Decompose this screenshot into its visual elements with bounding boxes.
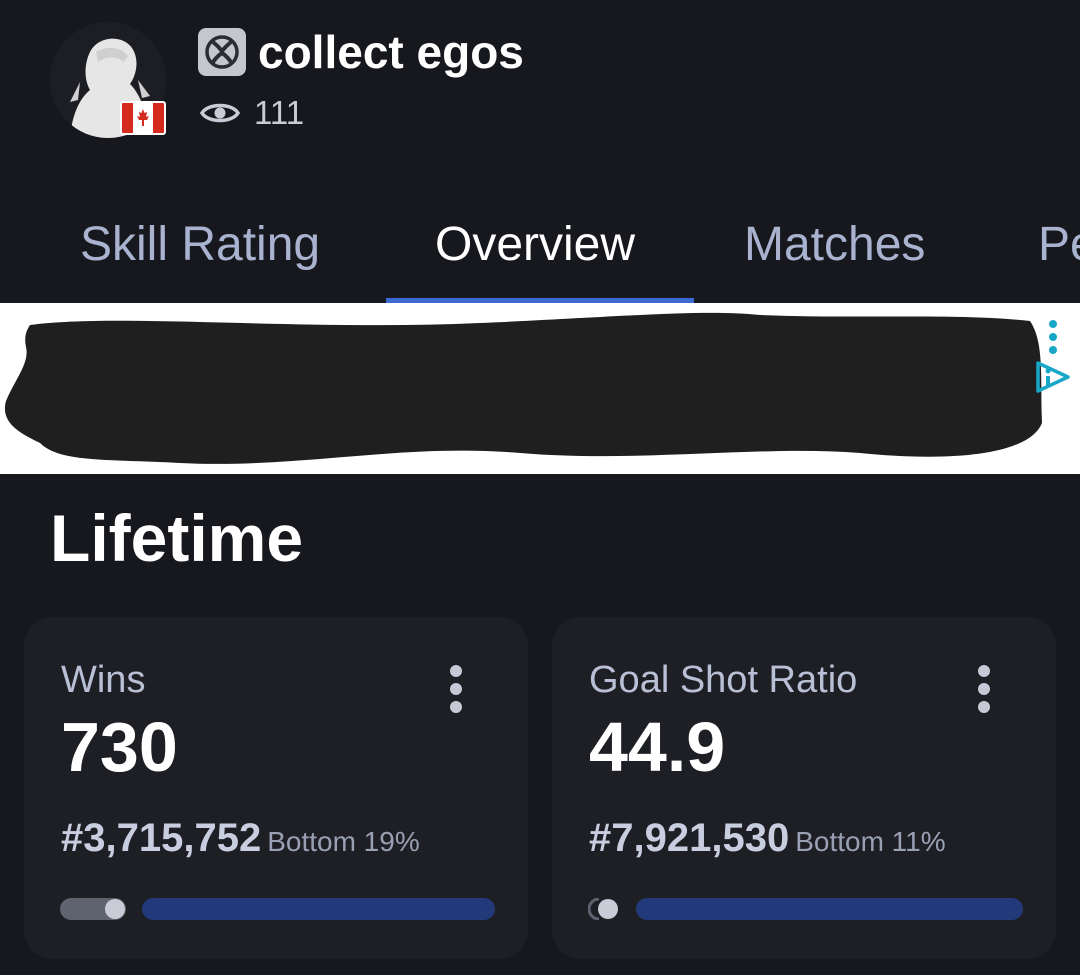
stat-label: Wins xyxy=(61,659,146,701)
section-title: Lifetime xyxy=(50,501,304,575)
more-options-icon[interactable] xyxy=(976,665,992,713)
tab-matches[interactable]: Matches xyxy=(744,215,925,275)
percentile-marker xyxy=(60,898,126,920)
adchoices-icon[interactable] xyxy=(1032,359,1072,395)
tab-skill-rating[interactable]: Skill Rating xyxy=(80,215,320,275)
stat-value: 44.9 xyxy=(589,708,726,786)
stat-card-goal-shot-ratio: Goal Shot Ratio 44.9 #7,921,530 Bottom 11… xyxy=(552,617,1056,959)
stat-rank: #7,921,530 Bottom 11% xyxy=(589,813,946,867)
percentile-bar xyxy=(142,898,495,920)
percentile-bar xyxy=(636,898,1023,920)
canada-flag-icon xyxy=(120,101,166,135)
stat-label: Goal Shot Ratio xyxy=(589,659,858,701)
stat-rank-number: #3,715,752 xyxy=(61,816,262,860)
redacted-ad-content xyxy=(4,312,1042,464)
profile-header: collect egos 111 Skill Rating Overview M… xyxy=(0,0,1080,303)
stat-rank: #3,715,752 Bottom 19% xyxy=(61,813,420,867)
xbox-icon xyxy=(198,28,246,76)
tab-performance[interactable]: Pe xyxy=(1038,215,1080,275)
stat-percentile: Bottom 19% xyxy=(267,826,420,857)
eye-icon xyxy=(199,98,241,128)
username: collect egos xyxy=(258,26,524,78)
percentile-marker xyxy=(588,898,618,920)
tab-overview[interactable]: Overview xyxy=(435,215,635,275)
stat-rank-number: #7,921,530 xyxy=(589,816,790,860)
stat-card-wins: Wins 730 #3,715,752 Bottom 19% xyxy=(24,617,528,959)
stat-value: 730 xyxy=(61,708,178,786)
ad-options-icon[interactable] xyxy=(1046,319,1060,355)
tab-bar: Skill Rating Overview Matches Pe xyxy=(0,205,1080,303)
stat-percentile: Bottom 11% xyxy=(795,826,946,857)
more-options-icon[interactable] xyxy=(448,665,464,713)
view-count: 111 xyxy=(254,94,305,131)
ad-banner[interactable] xyxy=(0,303,1080,474)
